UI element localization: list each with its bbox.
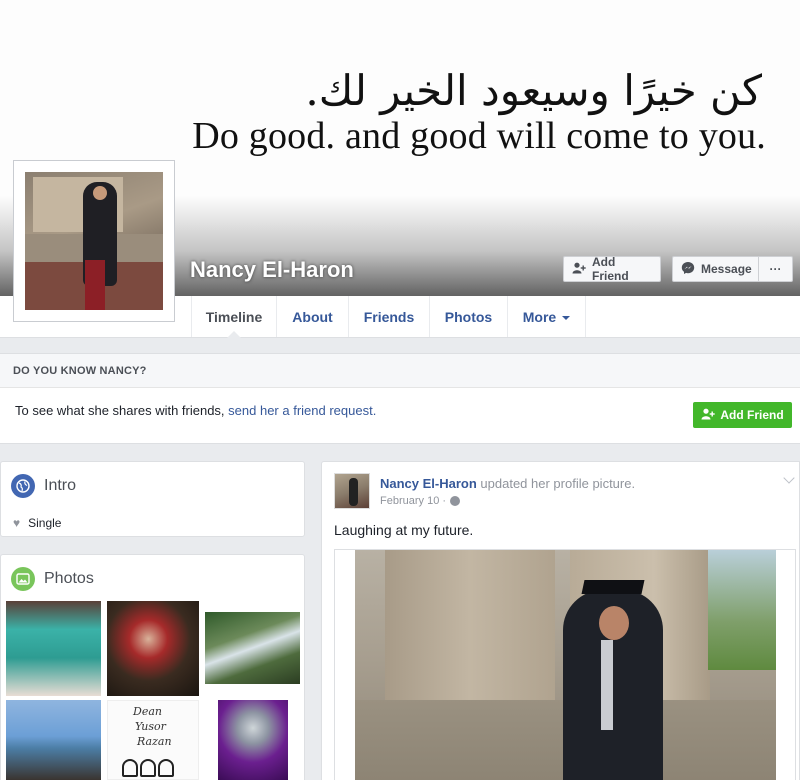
tab-about[interactable]: About [277, 296, 349, 337]
profile-picture[interactable] [13, 160, 175, 322]
chevron-down-icon[interactable] [783, 472, 795, 484]
add-friend-green-button[interactable]: Add Friend [693, 402, 792, 428]
post-date[interactable]: February 10 · [380, 495, 446, 507]
photo-icon [11, 567, 35, 591]
person-plus-icon [701, 408, 716, 423]
do-you-know-panel: DO YOU KNOW NANCY? To see what she share… [0, 353, 800, 444]
cover-quote-arabic: كن خيرًا وسيعود الخير لك. [305, 66, 762, 115]
friend-request-link[interactable]: send her a friend request. [228, 403, 376, 418]
add-friend-green-label: Add Friend [720, 408, 784, 422]
post-text: Laughing at my future. [334, 522, 474, 538]
do-you-know-heading: DO YOU KNOW NANCY? [0, 354, 800, 388]
photo-thumbnail-note[interactable]: Dean Yusor Razan [107, 700, 199, 780]
cover-quote-english: Do good. and good will come to you. [192, 115, 766, 157]
caret-down-icon [562, 315, 571, 320]
note-line: Razan [137, 735, 172, 748]
post-author-avatar[interactable] [334, 473, 370, 509]
more-options-button[interactable]: ··· [758, 256, 793, 282]
post-photo-image [355, 550, 776, 780]
tab-photos[interactable]: Photos [430, 296, 508, 337]
post-header: Nancy El-Haron updated her profile pictu… [380, 476, 635, 491]
globe-icon [11, 474, 35, 498]
relationship-status: ♥ Single [13, 516, 61, 530]
relationship-label: Single [28, 516, 62, 530]
add-friend-button[interactable]: Add Friend [563, 255, 661, 283]
intro-title: Intro [11, 474, 76, 498]
post-meta: February 10 · [380, 495, 461, 507]
post-author-link[interactable]: Nancy El-Haron [380, 476, 477, 491]
photo-thumbnail[interactable] [218, 700, 288, 780]
tab-timeline[interactable]: Timeline [191, 296, 277, 338]
faces-drawing [122, 759, 182, 779]
photo-thumbnail[interactable] [205, 612, 300, 684]
photo-thumbnail[interactable] [107, 601, 199, 696]
globe-small-icon [450, 496, 461, 506]
heart-icon: ♥ [13, 516, 21, 530]
note-line: Dean [133, 705, 162, 718]
message-label: Message [701, 262, 752, 276]
profile-photo-image [25, 172, 163, 310]
note-line: Yusor [135, 720, 166, 733]
tab-friends[interactable]: Friends [349, 296, 430, 337]
post-photo[interactable] [334, 549, 796, 780]
post-action-text: updated her profile picture. [476, 476, 636, 491]
intro-title-label: Intro [44, 477, 77, 494]
messenger-icon [681, 261, 695, 278]
timeline-post: Nancy El-Haron updated her profile pictu… [321, 461, 800, 780]
do-you-know-text: To see what she shares with friends, sen… [15, 403, 376, 418]
message-button[interactable]: Message [672, 256, 759, 282]
tab-more[interactable]: More [508, 296, 586, 337]
person-plus-icon [572, 262, 586, 277]
photo-thumbnail[interactable] [6, 601, 101, 696]
profile-name[interactable]: Nancy El-Haron [190, 257, 354, 283]
add-friend-label: Add Friend [592, 255, 629, 283]
photo-thumbnail[interactable] [6, 700, 101, 780]
tab-more-label: More [522, 308, 557, 325]
do-you-know-prefix: To see what she shares with friends, [15, 403, 229, 418]
photos-title[interactable]: Photos [11, 567, 94, 591]
photos-title-label: Photos [44, 570, 94, 587]
intro-card: Intro ♥ Single [0, 461, 305, 537]
